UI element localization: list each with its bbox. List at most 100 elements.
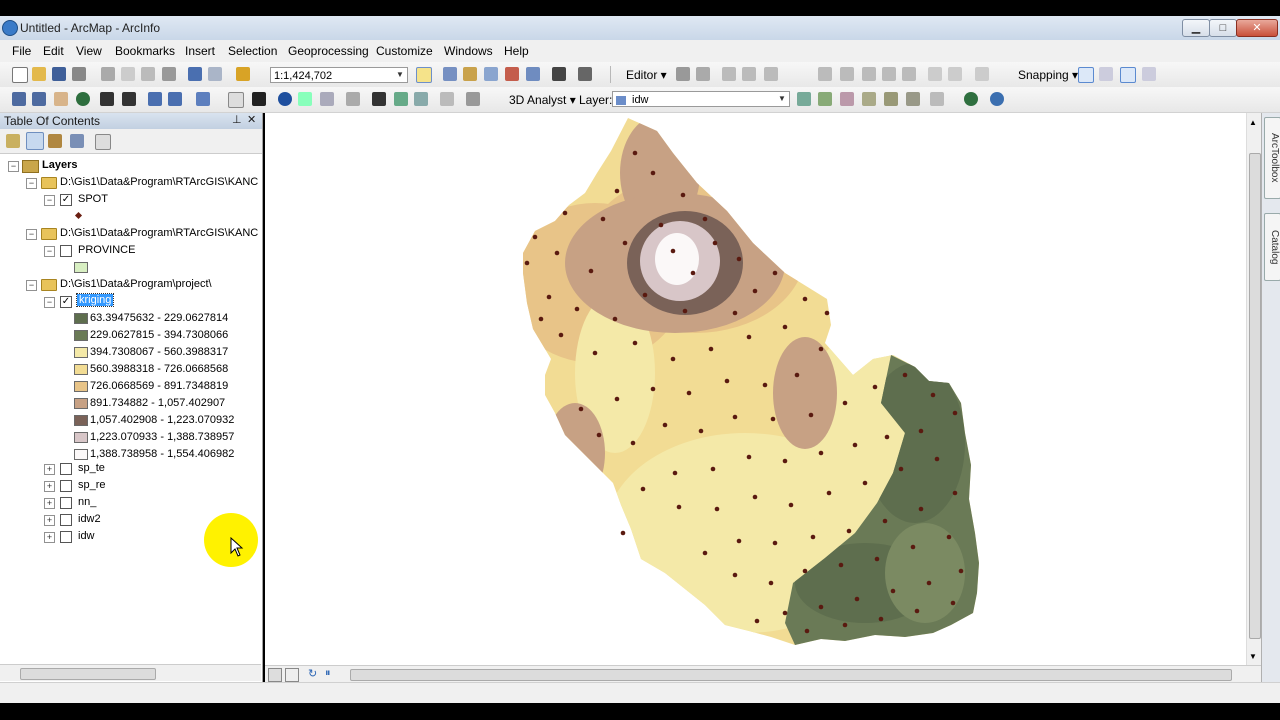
kriging-map[interactable]: [265, 113, 1261, 665]
polygon-symbol-icon[interactable]: [74, 262, 88, 273]
vertex-snapping-icon[interactable]: [1120, 67, 1136, 83]
map-scale-combo[interactable]: 1:1,424,702 ▼: [270, 67, 408, 83]
refresh-icon[interactable]: ↻: [308, 667, 317, 680]
sketch-properties-icon[interactable]: [948, 67, 962, 81]
snapping-menu[interactable]: Snapping ▾: [1018, 68, 1078, 82]
split-icon[interactable]: [882, 67, 896, 81]
editor-toolbar-icon[interactable]: [416, 67, 432, 83]
layer-visibility-checkbox[interactable]: [60, 245, 72, 257]
save-icon[interactable]: [52, 67, 66, 81]
edit-tool-icon[interactable]: [676, 67, 690, 81]
list-by-selection-icon[interactable]: [70, 134, 84, 148]
interpolate-polygon-icon[interactable]: [906, 92, 920, 106]
map-vscrollbar[interactable]: ▲ ▼: [1246, 113, 1262, 665]
go-back-icon[interactable]: [148, 92, 162, 106]
select-features-icon[interactable]: [196, 92, 210, 106]
collapse-icon[interactable]: −: [44, 297, 55, 308]
goto-xy-icon[interactable]: [414, 92, 428, 106]
identify-icon[interactable]: [278, 92, 292, 106]
expand-icon[interactable]: +: [44, 515, 55, 526]
editor-menu[interactable]: Editor ▾: [626, 68, 667, 82]
map-hscrollbar[interactable]: ↻ ⏸: [265, 665, 1261, 683]
list-by-drawing-order-icon[interactable]: [6, 134, 20, 148]
layer-name-selected[interactable]: kriging: [75, 293, 115, 307]
add-data-icon[interactable]: [236, 67, 250, 81]
go-forward-icon[interactable]: [168, 92, 182, 106]
arcscene-icon[interactable]: [964, 92, 978, 106]
map-view[interactable]: [265, 113, 1261, 665]
time-slider-icon[interactable]: [440, 92, 454, 106]
expand-icon[interactable]: +: [44, 481, 55, 492]
layer-visibility-checkbox[interactable]: [60, 531, 72, 543]
catalog-tab[interactable]: Catalog: [1264, 213, 1280, 281]
layer-name[interactable]: SPOT: [78, 193, 108, 205]
expand-icon[interactable]: +: [44, 532, 55, 543]
menu-file[interactable]: File: [12, 44, 31, 58]
layer-name[interactable]: idw: [78, 530, 95, 542]
profile-graph-icon[interactable]: [930, 92, 944, 106]
catalog-icon[interactable]: [463, 67, 477, 81]
hyperlink-icon[interactable]: [298, 92, 312, 106]
layer-name[interactable]: sp_re: [78, 479, 106, 491]
fixed-zoom-out-icon[interactable]: [122, 92, 136, 106]
search-window-icon[interactable]: [484, 67, 498, 81]
create-steepest-path-icon[interactable]: [818, 92, 832, 106]
table-icon[interactable]: [443, 67, 457, 81]
scroll-thumb[interactable]: [20, 668, 156, 680]
zoom-in-icon[interactable]: [12, 92, 26, 106]
menu-geoprocessing[interactable]: Geoprocessing: [288, 44, 369, 58]
layer-visibility-checkbox[interactable]: ✓: [60, 296, 72, 308]
delete-icon[interactable]: [162, 67, 176, 81]
interpolate-point-icon[interactable]: [862, 92, 876, 106]
edit-vertices-icon[interactable]: [818, 67, 832, 81]
html-popup-icon[interactable]: [320, 92, 334, 106]
redo-icon[interactable]: [208, 67, 222, 81]
arctoolbox-icon[interactable]: [505, 67, 519, 81]
collapse-icon[interactable]: −: [8, 161, 19, 172]
cut-polygon-icon[interactable]: [862, 67, 876, 81]
arctoolbox-tab[interactable]: ArcToolbox: [1264, 117, 1280, 199]
end-snapping-icon[interactable]: [1099, 67, 1113, 81]
straight-segment-icon[interactable]: [722, 67, 736, 81]
rotate-icon[interactable]: [902, 67, 916, 81]
layer-visibility-checkbox[interactable]: ✓: [60, 194, 72, 206]
expand-icon[interactable]: +: [44, 464, 55, 475]
cut-icon[interactable]: [101, 67, 115, 81]
layer-name[interactable]: idw2: [78, 513, 101, 525]
pin-icon[interactable]: ⊥: [232, 113, 242, 126]
whats-this-icon[interactable]: [578, 67, 592, 81]
edit-annotation-icon[interactable]: [696, 67, 710, 81]
menu-insert[interactable]: Insert: [185, 44, 215, 58]
clear-selection-icon[interactable]: [228, 92, 244, 108]
options-icon[interactable]: [95, 134, 111, 150]
arcglobe-icon[interactable]: [990, 92, 1004, 106]
select-elements-icon[interactable]: [252, 92, 266, 106]
copy-icon[interactable]: [121, 67, 135, 81]
layer-visibility-checkbox[interactable]: [60, 514, 72, 526]
point-symbol-icon[interactable]: [74, 211, 83, 220]
scroll-thumb[interactable]: [350, 669, 1232, 681]
pause-drawing-icon[interactable]: ⏸: [325, 667, 331, 680]
menu-customize[interactable]: Customize: [376, 44, 433, 58]
scroll-down-icon[interactable]: ▼: [1249, 652, 1257, 661]
attributes-icon[interactable]: [928, 67, 942, 81]
layout-view-icon[interactable]: [285, 668, 299, 682]
print-icon[interactable]: [72, 67, 86, 81]
model-builder-icon[interactable]: [552, 67, 566, 81]
menu-bookmarks[interactable]: Bookmarks: [115, 44, 175, 58]
create-contours-icon[interactable]: [797, 92, 811, 106]
minimize-button[interactable]: ▁: [1182, 19, 1210, 37]
3d-analyst-menu[interactable]: 3D Analyst ▾: [509, 93, 576, 107]
menu-edit[interactable]: Edit: [43, 44, 64, 58]
python-window-icon[interactable]: [526, 67, 540, 81]
pan-icon[interactable]: [54, 92, 68, 106]
find-icon[interactable]: [372, 92, 386, 106]
open-icon[interactable]: [32, 67, 46, 81]
scroll-thumb[interactable]: [1249, 153, 1261, 639]
collapse-icon[interactable]: −: [44, 246, 55, 257]
layer-visibility-checkbox[interactable]: [60, 463, 72, 475]
interpolate-line-icon[interactable]: [884, 92, 898, 106]
menu-windows[interactable]: Windows: [444, 44, 493, 58]
data-view-icon[interactable]: [268, 668, 282, 682]
scroll-up-icon[interactable]: ▲: [1249, 118, 1257, 127]
